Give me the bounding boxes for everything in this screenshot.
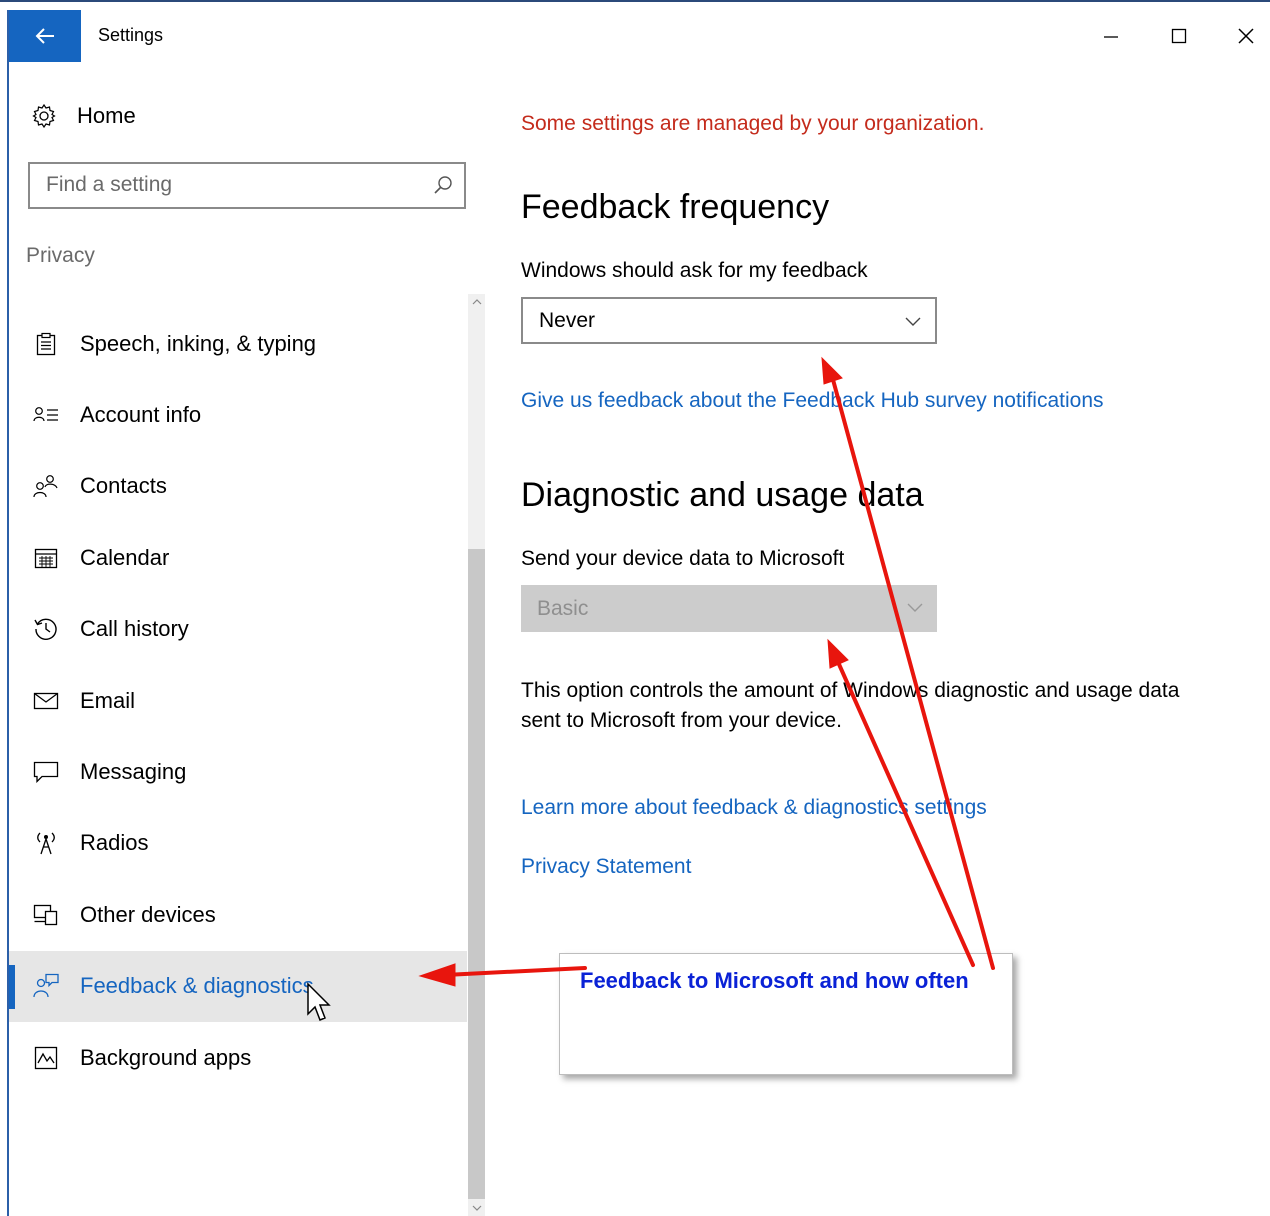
title-bar: Settings [9,10,1270,62]
sidebar: Home Privacy Speech, inking, & typing Ac… [9,62,485,1216]
sidebar-item-other-devices[interactable]: Other devices [9,879,467,950]
annotation-callout: Feedback to Microsoft and how often [559,953,1013,1075]
sidebar-item-label: Background apps [80,1044,252,1070]
account-info-icon [33,402,59,428]
dropdown-value: Never [539,308,596,332]
sidebar-item-feedback-diagnostics[interactable]: Feedback & diagnostics [9,950,467,1022]
managed-notice: Some settings are managed by your organi… [521,112,985,135]
search-icon[interactable] [432,174,454,196]
home-label: Home [77,103,136,128]
sidebar-item-calendar[interactable]: Calendar [9,522,467,593]
sidebar-item-email[interactable]: Email [9,665,467,736]
gear-icon [32,103,56,129]
calendar-icon [33,545,59,571]
maximize-icon [1171,28,1187,44]
sidebar-item-label: Account info [80,402,202,428]
learn-more-link[interactable]: Learn more about feedback & diagnostics … [521,796,987,820]
sidebar-item-label: Speech, inking, & typing [80,330,317,356]
clipboard-icon [33,331,59,357]
section-label: Privacy [26,244,95,267]
scroll-up-arrow-icon[interactable] [468,294,485,310]
antenna-icon [33,830,59,856]
close-icon [1238,28,1254,44]
dropdown-value: Basic [537,596,589,620]
sidebar-item-label: Radios [80,830,149,856]
envelope-icon [33,688,59,714]
privacy-statement-link[interactable]: Privacy Statement [521,855,691,879]
mouse-cursor-icon [307,982,331,1021]
callout-text: Feedback to Microsoft and how often [580,968,969,993]
sidebar-item-background-apps[interactable]: Background apps [9,1022,467,1093]
minimize-button[interactable] [1086,16,1136,56]
close-button[interactable] [1221,16,1270,56]
diagnostic-data-dropdown: Basic [521,585,937,632]
sidebar-item-account-info[interactable]: Account info [9,379,467,450]
diagnostic-label: Send your device data to Microsoft [521,547,845,570]
sidebar-item-label: Messaging [80,759,187,785]
sidebar-item-label: Contacts [80,473,167,499]
sidebar-scrollbar[interactable] [468,294,485,1216]
arrow-head-diagnostic-dropdown [827,638,849,669]
sidebar-item-label: Other devices [80,901,216,927]
contacts-icon [33,473,59,499]
feedback-frequency-heading: Feedback frequency [521,188,830,226]
scroll-down-arrow-icon[interactable] [468,1200,485,1216]
feedback-frequency-label: Windows should ask for my feedback [521,259,868,282]
maximize-button[interactable] [1154,16,1204,56]
back-button[interactable] [9,10,81,62]
minimize-icon [1104,36,1118,38]
sidebar-item-speech[interactable]: Speech, inking, & typing [9,308,467,379]
sidebar-item-messaging[interactable]: Messaging [9,736,467,807]
devices-icon [33,902,59,928]
sidebar-item-label: Call history [80,616,189,642]
search-box[interactable] [28,162,466,209]
privacy-nav-list: Speech, inking, & typing Account info Co… [9,308,467,1093]
sidebar-item-contacts[interactable]: Contacts [9,451,467,522]
sidebar-item-radios[interactable]: Radios [9,808,467,879]
diagnostic-description: This option controls the amount of Windo… [521,679,1180,732]
search-input[interactable] [44,164,428,206]
sidebar-item-label: Feedback & diagnostics [80,973,314,999]
scrollbar-thumb[interactable] [468,549,485,1199]
feedback-frequency-dropdown[interactable]: Never [521,297,937,344]
sidebar-item-label: Email [80,687,136,713]
sidebar-item-label: Calendar [80,544,170,570]
diagnostic-heading: Diagnostic and usage data [521,476,924,514]
sidebar-item-call-history[interactable]: Call history [9,594,467,665]
app-title: Settings [98,25,164,45]
home-nav-item[interactable]: Home [31,100,136,132]
background-apps-icon [33,1045,59,1071]
chevron-down-icon [905,317,921,326]
feedback-icon [33,973,59,999]
chat-bubble-icon [33,759,59,785]
window-top-border [0,0,1270,10]
chevron-down-icon [907,603,923,612]
back-arrow-icon [35,28,54,44]
feedback-hub-link[interactable]: Give us feedback about the Feedback Hub … [521,389,1104,413]
history-icon [33,616,59,642]
arrow-to-feedback-dropdown [830,374,995,970]
arrow-head-feedback-dropdown [821,356,843,385]
